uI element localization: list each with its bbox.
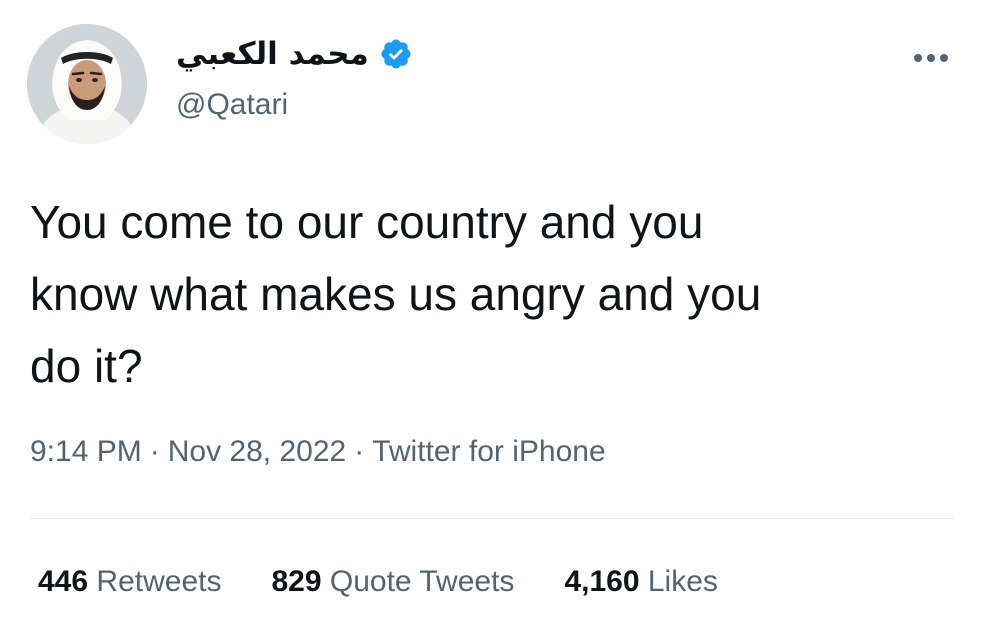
retweets-stat[interactable]: 446 Retweets [38, 562, 221, 602]
author-display-name[interactable]: محمد الكعبي [176, 34, 369, 74]
tweet-text: You come to our country and you know wha… [30, 196, 762, 392]
author-name-row[interactable]: محمد الكعبي [176, 34, 413, 74]
retweets-label: Retweets [96, 565, 222, 598]
quote-tweets-stat[interactable]: 829 Quote Tweets [271, 562, 514, 602]
quote-tweets-label: Quote Tweets [329, 565, 515, 598]
meta-separator: · [149, 435, 160, 468]
likes-count: 4,160 [564, 565, 640, 598]
verified-badge-icon [379, 37, 413, 71]
meta-separator: · [354, 435, 365, 468]
tweet-date[interactable]: Nov 28, 2022 [168, 435, 346, 468]
engagement-stats: 446 Retweets 829 Quote Tweets 4,160 Like… [38, 562, 718, 602]
avatar[interactable] [27, 24, 147, 144]
likes-stat[interactable]: 4,160 Likes [564, 562, 717, 602]
author-handle[interactable]: @Qatari [176, 86, 288, 124]
more-options-button[interactable] [906, 38, 956, 78]
profile-photo-icon [27, 24, 147, 144]
tweet-card: محمد الكعبي @Qatari You come to our coun… [0, 0, 986, 638]
retweets-count: 446 [38, 565, 89, 598]
tweet-source-link[interactable]: Twitter for iPhone [372, 435, 605, 468]
more-dots-icon [914, 54, 948, 62]
tweet-time[interactable]: 9:14 PM [30, 435, 142, 468]
divider [30, 518, 954, 519]
quote-tweets-count: 829 [271, 565, 322, 598]
tweet-meta: 9:14 PM · Nov 28, 2022 · Twitter for iPhone [30, 432, 606, 472]
likes-label: Likes [647, 565, 718, 598]
